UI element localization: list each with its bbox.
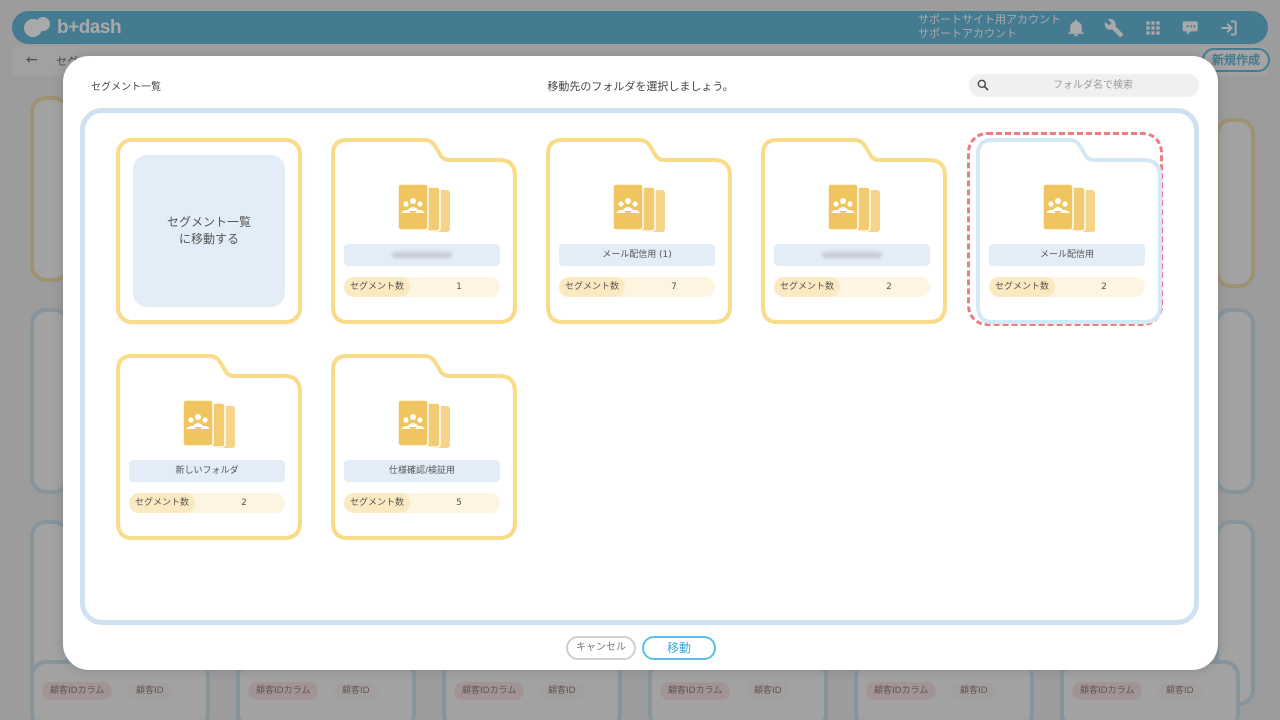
segment-folder-icon xyxy=(394,398,454,452)
folder-card[interactable]: 新しいフォルダ セグメント数 2 xyxy=(116,354,302,540)
segment-count-label: セグメント数 xyxy=(559,277,626,297)
segment-folder-icon xyxy=(609,182,669,236)
folder-name: メール配信用 (1) xyxy=(559,244,715,266)
folder-search xyxy=(969,74,1199,97)
folder-name-redacted xyxy=(344,244,500,266)
folder-name: メール配信用 xyxy=(989,244,1145,266)
folder-name: 仕様確認/検証用 xyxy=(344,460,500,482)
segment-folder-icon xyxy=(824,182,884,236)
segment-count-row: セグメント数 7 xyxy=(559,277,715,297)
folder-search-input[interactable] xyxy=(995,74,1191,97)
segment-count-value: 2 xyxy=(886,282,892,292)
segment-folder-icon xyxy=(179,398,239,452)
folder-card-selected[interactable]: メール配信用 セグメント数 2 xyxy=(967,132,1163,326)
segment-folder-icon xyxy=(394,182,454,236)
segment-count-label: セグメント数 xyxy=(989,277,1056,297)
segment-count-label: セグメント数 xyxy=(129,493,196,513)
folder-card[interactable]: セグメント数 1 xyxy=(331,138,517,324)
segment-count-row: セグメント数 5 xyxy=(344,493,500,513)
segment-count-value: 5 xyxy=(456,498,462,508)
segment-count-value: 7 xyxy=(671,282,677,292)
cancel-button[interactable]: キャンセル xyxy=(566,636,636,660)
move-folder-dialog: セグメント一覧 移動先のフォルダを選択しましょう。 セグメント一覧 に移動する … xyxy=(63,56,1218,670)
segment-count-row: セグメント数 2 xyxy=(129,493,285,513)
folder-grid: セグメント一覧 に移動する セグメント数 1 メール配信用 (1) セグメント数 7 セグ… xyxy=(80,108,1199,625)
move-button[interactable]: 移動 xyxy=(642,636,716,660)
segment-count-value: 1 xyxy=(456,282,462,292)
folder-card[interactable]: メール配信用 (1) セグメント数 7 xyxy=(546,138,732,324)
folder-name: 新しいフォルダ xyxy=(129,460,285,482)
folder-name-redacted xyxy=(774,244,930,266)
segment-count-value: 2 xyxy=(241,498,247,508)
segment-count-row: セグメント数 2 xyxy=(989,277,1145,297)
segment-count-row: セグメント数 2 xyxy=(774,277,930,297)
segment-folder-icon xyxy=(1039,182,1099,236)
segment-count-label: セグメント数 xyxy=(774,277,841,297)
goto-segment-list-card[interactable]: セグメント一覧 に移動する xyxy=(116,138,302,324)
goto-segment-list-label: セグメント一覧 に移動する xyxy=(133,155,285,307)
folder-card[interactable]: 仕様確認/検証用 セグメント数 5 xyxy=(331,354,517,540)
segment-count-label: セグメント数 xyxy=(344,277,411,297)
segment-count-value: 2 xyxy=(1101,282,1107,292)
segment-count-label: セグメント数 xyxy=(344,493,411,513)
search-icon xyxy=(976,78,990,92)
folder-card[interactable]: セグメント数 2 xyxy=(761,138,947,324)
segment-count-row: セグメント数 1 xyxy=(344,277,500,297)
